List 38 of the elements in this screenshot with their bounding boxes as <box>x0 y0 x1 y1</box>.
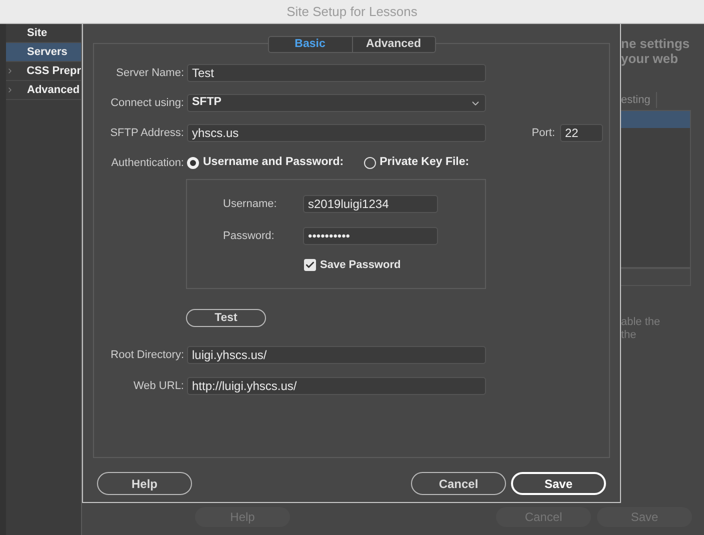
text-field[interactable]: s2019luigi1234 <box>303 195 438 213</box>
radio-label: Private Key File: <box>380 155 470 170</box>
check-icon <box>305 260 315 270</box>
test-button[interactable]: Test <box>186 309 266 327</box>
field-label: Server Name: <box>115 66 184 81</box>
chevron-icon <box>6 86 14 94</box>
intro-text: ne settings <box>621 36 691 51</box>
field-label: Root Directory: <box>110 348 184 363</box>
connect-select[interactable]: SFTP <box>187 94 486 112</box>
field-label: Web URL: <box>132 378 184 394</box>
sidebar-item[interactable]: CSS Prepr <box>6 62 81 81</box>
window-title: Site Setup for Lessons <box>286 2 418 21</box>
sidebar-item[interactable]: Advanced <box>6 81 81 100</box>
field-label: Port: <box>532 126 555 141</box>
text-field[interactable]: Test <box>187 64 486 82</box>
field-label: Authentication: <box>110 156 184 171</box>
text-field[interactable]: 22 <box>560 124 603 142</box>
text-field[interactable]: yhscs.us <box>187 124 486 142</box>
field-label: SFTP Address: <box>109 126 184 141</box>
text-field[interactable]: luigi.yhscs.us/ <box>187 346 486 364</box>
checkbox[interactable] <box>304 259 316 272</box>
text-field[interactable]: http://luigi.yhscs.us/ <box>187 377 486 395</box>
intro-text: your web <box>621 51 680 66</box>
dialog-button[interactable]: Cancel <box>411 472 506 495</box>
field-label: Connect using: <box>110 96 184 111</box>
field-label: Username: <box>223 196 278 212</box>
sidebar-item[interactable]: Servers <box>6 43 81 62</box>
password-field[interactable]: •••••••••• <box>303 227 438 245</box>
radio-button[interactable] <box>364 157 376 169</box>
radio-label: Username and Password: <box>203 155 344 170</box>
tab[interactable]: Basic <box>268 37 352 52</box>
radio-button[interactable] <box>187 157 199 169</box>
chevron-icon <box>6 67 14 75</box>
dialog-button[interactable]: Help <box>97 472 192 495</box>
tab[interactable]: Advanced <box>352 37 434 52</box>
checkbox-label: Save Password <box>320 258 401 273</box>
dialog-button[interactable]: Save <box>511 472 606 495</box>
field-label: Password: <box>223 228 276 244</box>
